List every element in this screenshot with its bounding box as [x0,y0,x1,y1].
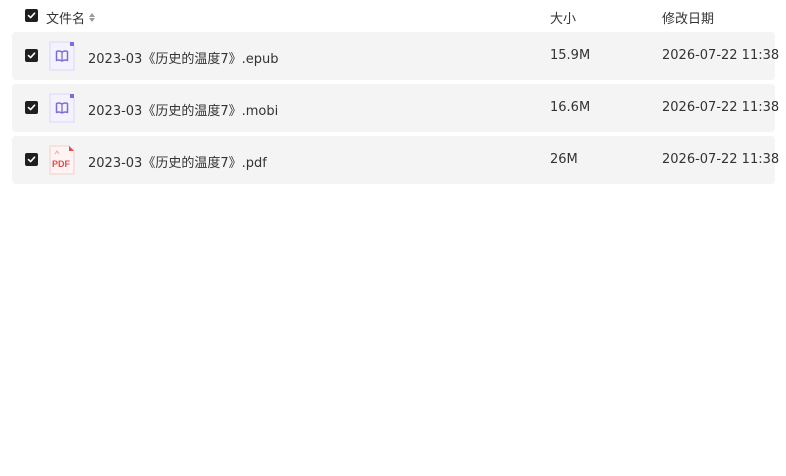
file-modified-date: 2026-07-22 11:38 [662,48,780,63]
file-name[interactable]: 2023-03《历史的温度7》.pdf [88,152,267,171]
file-size: 16.6M [550,100,591,115]
column-header-name-label: 文件名 [46,12,86,27]
check-icon [27,12,36,19]
ebook-icon [49,41,75,71]
file-modified-date: 2026-07-22 11:38 [662,152,780,167]
file-name[interactable]: 2023-03《历史的温度7》.epub [88,48,278,67]
file-size: 26M [550,152,578,167]
file-checkbox[interactable] [25,49,38,62]
file-list-header: 文件名 大小 修改日期 [0,0,786,32]
file-checkbox[interactable] [25,101,38,114]
check-icon [27,52,36,59]
file-size: 15.9M [550,48,591,63]
select-all-checkbox[interactable] [25,9,38,22]
check-icon [27,104,36,111]
column-header-size[interactable]: 大小 [550,8,576,27]
column-header-name[interactable]: 文件名 [46,8,96,27]
sort-icon[interactable] [89,13,96,22]
file-row[interactable]: 2023-03《历史的温度7》.epub 15.9M 2026-07-22 11… [12,32,779,80]
file-row[interactable]: PDF 2023-03《历史的温度7》.pdf 26M 2026-07-22 1… [12,136,779,184]
ebook-icon [49,93,75,123]
file-modified-date: 2026-07-22 11:38 [662,100,780,115]
column-header-date[interactable]: 修改日期 [662,8,714,27]
file-name[interactable]: 2023-03《历史的温度7》.mobi [88,100,278,119]
file-list: 文件名 大小 修改日期 2023-03《历史的温度7》.epub 15.9M 2… [0,0,786,476]
pdf-icon: PDF [49,145,75,175]
check-icon [27,156,36,163]
svg-text:PDF: PDF [52,159,71,169]
file-checkbox[interactable] [25,153,38,166]
file-row[interactable]: 2023-03《历史的温度7》.mobi 16.6M 2026-07-22 11… [12,84,779,132]
